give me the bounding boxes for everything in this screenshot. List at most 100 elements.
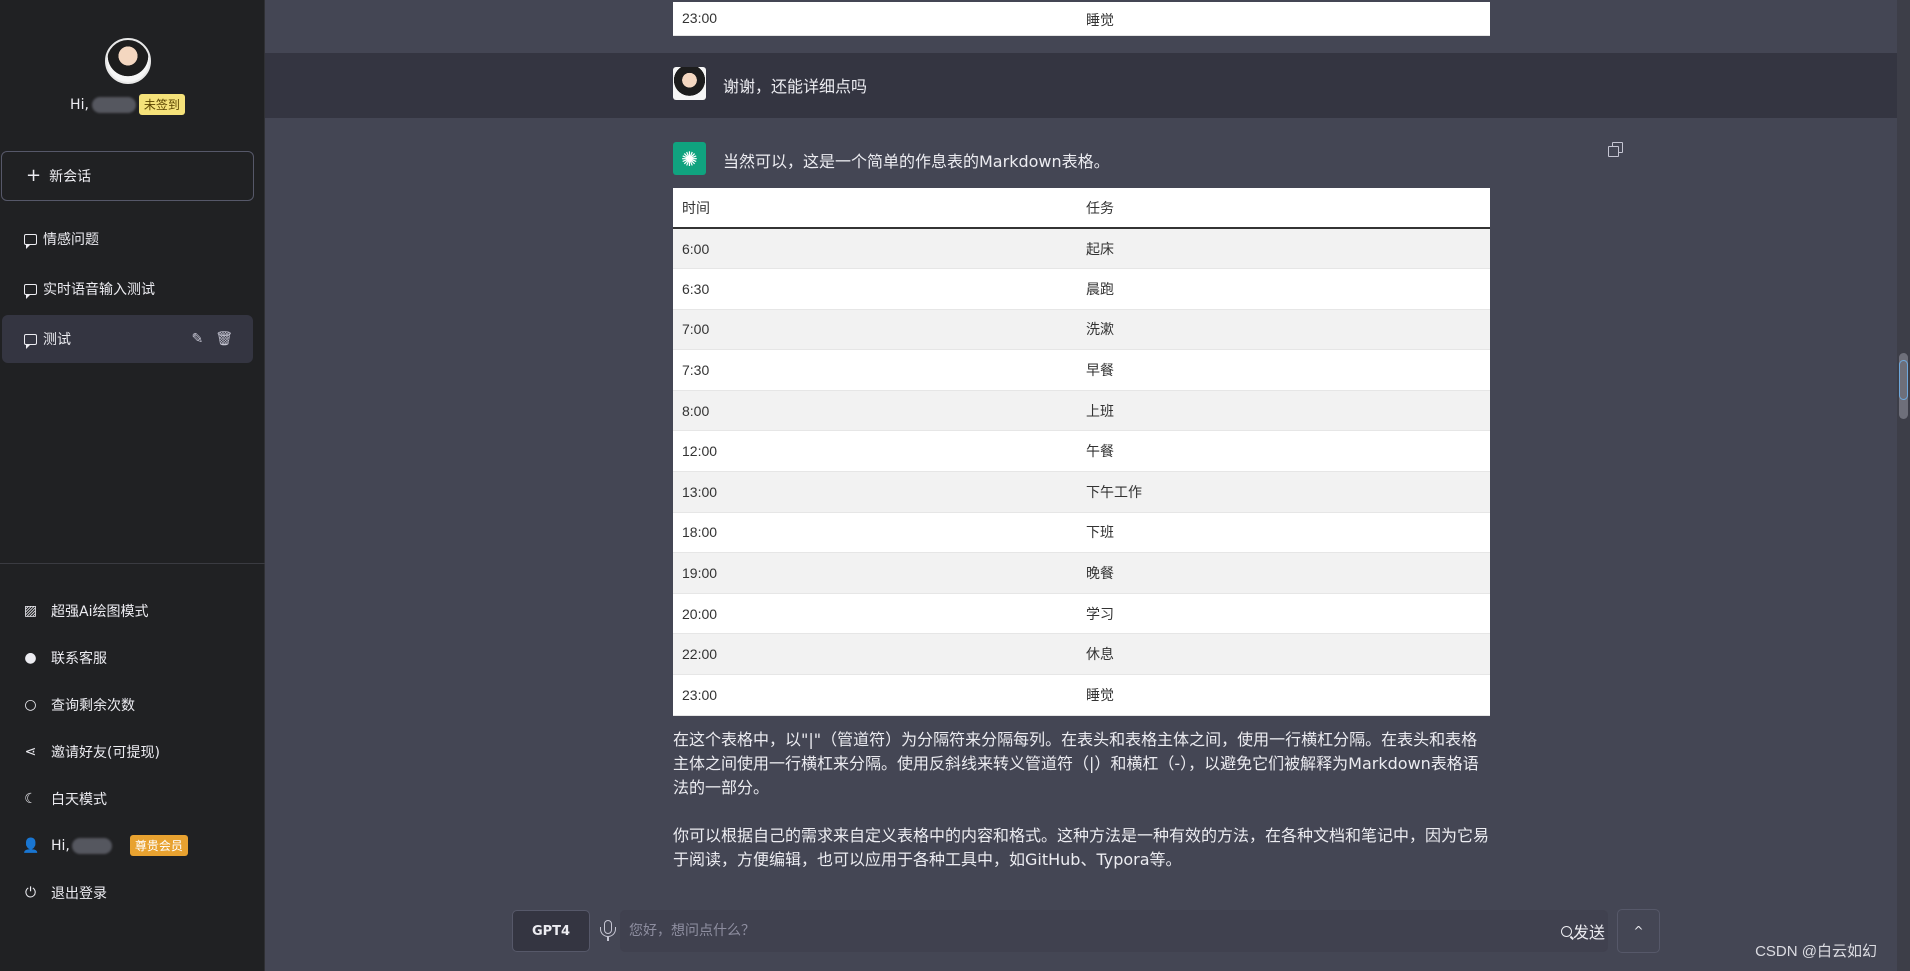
- table-cell: 22:00: [673, 633, 1077, 676]
- avatar[interactable]: [104, 38, 151, 84]
- image-icon: ▨: [23, 602, 38, 619]
- menu-label: Hi,: [51, 837, 70, 854]
- table-row: 19:00 晚餐: [673, 552, 1490, 594]
- table-row: 6:00 起床: [673, 228, 1490, 270]
- table-cell: 8:00: [673, 390, 1077, 432]
- model-select-button[interactable]: GPT4: [512, 910, 590, 952]
- table-row: 22:00 休息: [673, 633, 1490, 676]
- table-cell: 洗漱: [1077, 309, 1490, 351]
- table-row: 12:00 午餐: [673, 430, 1490, 473]
- table-row: 23:00 睡觉: [673, 2, 1490, 36]
- menu-label: 超强Ai绘图模式: [51, 603, 149, 620]
- assistant-paragraph: 你可以根据自己的需求来自定义表格中的内容和格式。这种方法是一种有效的方法，在各种…: [673, 826, 1490, 869]
- menu-item-ai-drawing[interactable]: ▨ 超强Ai绘图模式: [0, 587, 265, 634]
- table-header-cell: 时间: [673, 188, 1077, 229]
- new-chat-button[interactable]: + 新会话: [1, 151, 254, 201]
- conversation-item[interactable]: 实时语音输入测试: [2, 265, 253, 313]
- profile-header: Hi, 未签到: [0, 38, 255, 115]
- table-cell: 6:00: [673, 228, 1077, 270]
- schedule-table: 时间 任务 6:00 起床 6:30 晨跑 7:00 洗漱 7:30 早餐 8:00 上班 12:0…: [673, 188, 1490, 716]
- blurred-username: [91, 96, 136, 113]
- table-cell: 睡觉: [1077, 674, 1490, 716]
- menu-item-day-mode[interactable]: ☾ 白天模式: [0, 775, 265, 822]
- greeting-text: Hi,: [70, 96, 89, 113]
- page-scrollbar[interactable]: [1897, 0, 1910, 971]
- moon-icon: ☾: [24, 790, 37, 807]
- table-row: 20:00 学习: [673, 593, 1490, 635]
- search-icon: ○: [24, 696, 37, 713]
- sidebar-menu: ▨ 超强Ai绘图模式 ● 联系客服 ○ 查询剩余次数 ⋖ 邀请好友(可提现) ☾…: [0, 587, 265, 916]
- menu-item-user[interactable]: 👤 Hi, 尊贵会员: [0, 822, 265, 869]
- new-chat-label: 新会话: [49, 169, 92, 185]
- table-cell: 早餐: [1077, 349, 1490, 391]
- table-cell: 23:00: [673, 674, 1077, 716]
- table-row: 23:00 睡觉: [673, 674, 1490, 716]
- checkin-badge[interactable]: 未签到: [138, 94, 185, 115]
- trash-icon[interactable]: 🗑: [215, 331, 233, 347]
- sidebar: Hi, 未签到 + 新会话 情感问题 实时语音输入测试 测试 ✎ 🗑 ▨ 超强A…: [0, 0, 265, 971]
- menu-item-query-remaining[interactable]: ○ 查询剩余次数: [0, 681, 265, 728]
- user-avatar: [673, 67, 706, 100]
- send-button[interactable]: 发送: [1561, 918, 1605, 944]
- share-icon: ⋖: [24, 743, 37, 760]
- table-cell: 19:00: [673, 552, 1077, 594]
- chat-bubble-icon: [24, 333, 37, 349]
- table-row: 13:00 下午工作: [673, 471, 1490, 513]
- table-cell: 20:00: [673, 593, 1077, 635]
- table-cell: 下午工作: [1077, 471, 1490, 513]
- table-header-cell: 任务: [1077, 188, 1490, 229]
- assistant-message-row: ✺ 当然可以，这是一个简单的作息表的Markdown表格。 时间 任务 6:00…: [265, 118, 1897, 898]
- conversation-label: 情感问题: [43, 232, 99, 248]
- search-icon: [1561, 925, 1572, 937]
- table-cell: 午餐: [1077, 430, 1490, 473]
- table-row: 18:00 下班: [673, 512, 1490, 554]
- wechat-icon: ●: [24, 649, 37, 666]
- menu-label: 邀请好友(可提现): [51, 744, 160, 761]
- menu-label: 退出登录: [51, 885, 107, 902]
- conversation-label: 测试: [43, 332, 71, 348]
- menu-label: 白天模式: [51, 791, 107, 808]
- table-row: 8:00 上班: [673, 390, 1490, 432]
- table-cell: 学习: [1077, 593, 1490, 635]
- table-cell: 7:30: [673, 349, 1077, 391]
- table-row: 7:30 早餐: [673, 349, 1490, 391]
- table-row: 6:30 晨跑: [673, 268, 1490, 310]
- table-cell: 睡觉: [1086, 12, 1114, 28]
- table-header-row: 时间 任务: [673, 188, 1490, 229]
- table-cell: 6:30: [673, 268, 1077, 310]
- user-icon: 👤: [22, 837, 40, 854]
- vip-badge: 尊贵会员: [129, 835, 188, 856]
- previous-message-tail: 23:00 睡觉: [265, 0, 1897, 52]
- menu-item-contact-support[interactable]: ● 联系客服: [0, 634, 265, 681]
- conversation-label: 实时语音输入测试: [43, 282, 155, 298]
- scroll-up-button[interactable]: ^: [1617, 909, 1660, 953]
- edit-icon[interactable]: ✎: [191, 331, 203, 347]
- microphone-icon[interactable]: [599, 920, 617, 942]
- send-label: 发送: [1573, 923, 1606, 942]
- menu-item-invite-friends[interactable]: ⋖ 邀请好友(可提现): [0, 728, 265, 775]
- menu-label: 查询剩余次数: [51, 697, 135, 714]
- openai-logo-icon: ✺: [673, 142, 706, 175]
- input-bar: GPT4 发送 ^ CSDN @白云如幻: [265, 898, 1897, 971]
- table-cell: 上班: [1077, 390, 1490, 432]
- conversation-list: 情感问题 实时语音输入测试 测试 ✎ 🗑: [0, 215, 255, 365]
- power-icon: ⏻: [24, 884, 37, 901]
- assistant-intro-text: 当然可以，这是一个简单的作息表的Markdown表格。: [723, 152, 1110, 171]
- sidebar-divider: [0, 563, 265, 564]
- chat-bubble-icon: [24, 283, 37, 299]
- conversation-item-active[interactable]: 测试 ✎ 🗑: [2, 315, 253, 363]
- table-cell: 晚餐: [1077, 552, 1490, 594]
- menu-item-logout[interactable]: ⏻ 退出登录: [0, 869, 265, 916]
- scrollbar-highlight: [1899, 360, 1908, 400]
- menu-label: 联系客服: [51, 650, 107, 667]
- conversation-item[interactable]: 情感问题: [2, 215, 253, 263]
- blurred-username: [71, 837, 112, 854]
- table-row: 7:00 洗漱: [673, 309, 1490, 351]
- message-input[interactable]: [620, 910, 1608, 952]
- copy-icon[interactable]: [1608, 142, 1623, 157]
- watermark: CSDN @白云如幻: [1755, 943, 1877, 960]
- assistant-paragraph: 在这个表格中，以"|"（管道符）为分隔符来分隔每列。在表头和表格主体之间，使用一…: [673, 730, 1479, 797]
- table-cell: 18:00: [673, 512, 1077, 554]
- table-cell: 23:00: [682, 10, 718, 26]
- table-cell: 12:00: [673, 430, 1077, 473]
